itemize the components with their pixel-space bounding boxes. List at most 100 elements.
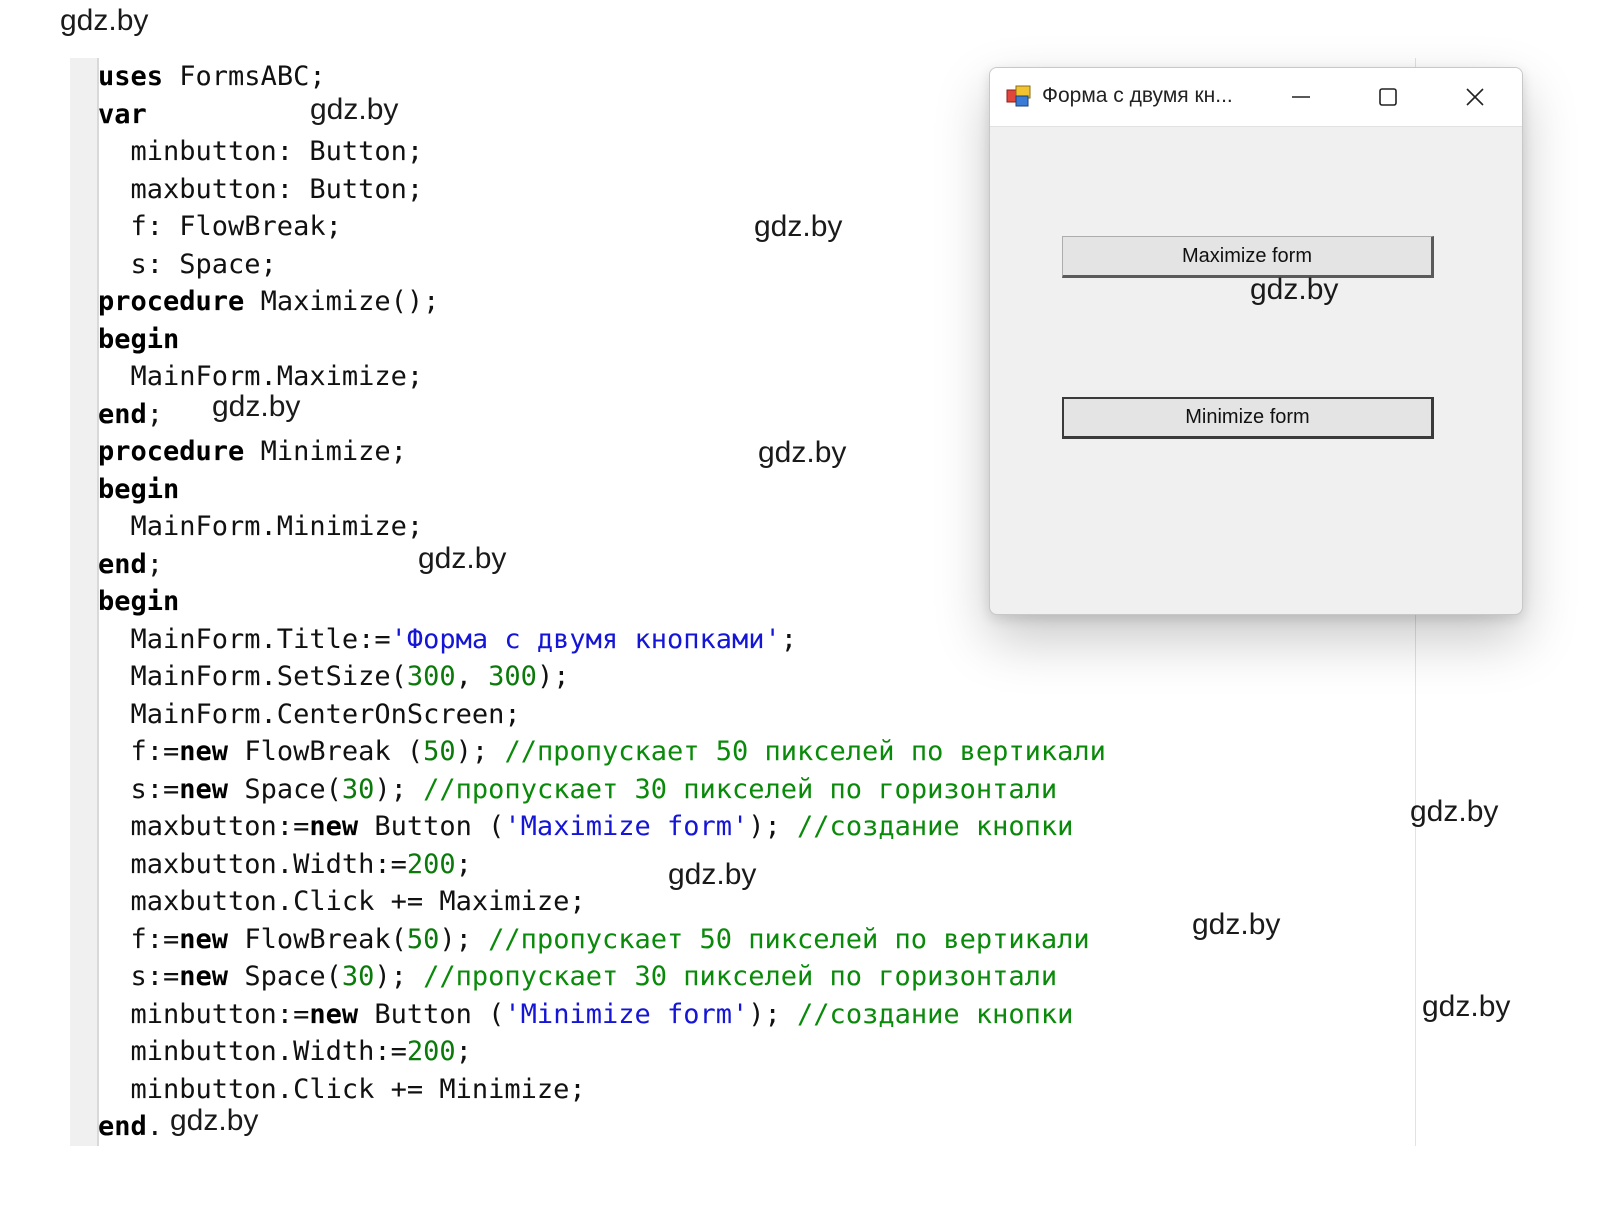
code-token: ; xyxy=(780,623,798,655)
code-token: 'Maximize form' xyxy=(504,811,749,842)
code-line: begin xyxy=(98,583,1106,621)
watermark: gdz.by xyxy=(1422,990,1511,1023)
code-token: Button ( xyxy=(358,998,505,1030)
code-token: //пропускает 30 пикселей по горизонтали xyxy=(423,961,1058,992)
window-close-icon xyxy=(1466,88,1484,106)
code-token: ); xyxy=(439,923,489,955)
code-token: ); xyxy=(748,811,798,842)
code-token: minbutton.Width:= xyxy=(98,1036,407,1067)
code-token: f:= xyxy=(98,923,180,955)
window-title: Форма с двумя кн... xyxy=(1042,84,1233,107)
code-line: f:=new FlowBreak(50); //пропускает 50 пи… xyxy=(98,921,1106,959)
code-line: MainForm.SetSize(300, 300); xyxy=(98,658,1106,696)
code-token: 30 xyxy=(341,961,375,992)
code-token: //создание кнопки xyxy=(797,811,1074,842)
code-token: procedure xyxy=(98,436,245,467)
code-token: begin xyxy=(98,323,180,355)
code-token: end xyxy=(98,398,147,430)
code-token: //создание кнопки xyxy=(797,998,1074,1030)
maximize-form-button[interactable]: Maximize form xyxy=(1062,236,1434,278)
watermark: gdz.by xyxy=(170,1104,259,1137)
code-line: minbutton.Click += Minimize; xyxy=(98,1071,1106,1109)
window-maximize-button[interactable] xyxy=(1363,76,1413,118)
code-token: MainForm.CenterOnScreen; xyxy=(98,698,521,730)
code-token: var xyxy=(98,98,147,130)
watermark: gdz.by xyxy=(1250,273,1339,306)
code-text[interactable]: uses FormsABC; var minbutton: Button; max… xyxy=(98,58,1106,1146)
code-token: 'Форма с двумя кнопками' xyxy=(390,623,781,655)
app-icon xyxy=(1006,85,1031,107)
code-token: 300 xyxy=(406,661,456,692)
window-close-button[interactable] xyxy=(1450,76,1500,118)
watermark: gdz.by xyxy=(1192,908,1281,941)
code-token: 50 xyxy=(406,923,440,955)
code-token: FormsABC; xyxy=(163,61,326,92)
code-line: minbutton:=new Button ('Minimize form');… xyxy=(98,996,1106,1034)
watermark: gdz.by xyxy=(310,93,399,126)
watermark: gdz.by xyxy=(60,4,149,37)
window-maximize-icon xyxy=(1379,88,1397,106)
editor-gutter xyxy=(70,58,99,1146)
code-token: MainForm.Title:= xyxy=(98,623,391,655)
code-token: new xyxy=(179,736,229,767)
code-token: new xyxy=(179,923,229,955)
code-line: maxbutton:=new Button ('Maximize form');… xyxy=(98,808,1106,846)
code-token: f: FlowBreak; xyxy=(98,211,342,242)
code-token: Space( xyxy=(228,773,342,805)
code-token: minbutton.Click += Minimize; xyxy=(98,1073,586,1105)
code-line: MainForm.Title:='Форма с двумя кнопками'… xyxy=(98,621,1106,659)
code-line: MainForm.Minimize; xyxy=(98,508,1106,546)
code-line: procedure Maximize(); xyxy=(98,283,1106,321)
code-token: uses xyxy=(98,61,164,92)
code-token: procedure xyxy=(98,286,245,317)
code-line: uses FormsABC; xyxy=(98,58,1106,96)
code-token: FlowBreak ( xyxy=(228,736,424,767)
code-line: s: Space; xyxy=(98,246,1106,284)
code-line: s:=new Space(30); //пропускает 30 пиксел… xyxy=(98,958,1106,996)
watermark: gdz.by xyxy=(1410,795,1499,828)
window-minimize-button[interactable] xyxy=(1276,76,1326,118)
code-token: ); xyxy=(536,661,570,692)
form-window[interactable]: Форма с двумя кн... Maximize form Minimi… xyxy=(989,67,1523,615)
code-token: new xyxy=(309,998,359,1030)
code-line: minbutton: Button; xyxy=(98,133,1106,171)
code-token: , xyxy=(455,661,489,692)
code-token: maxbutton.Width:= xyxy=(98,848,407,880)
code-token: minbutton: Button; xyxy=(98,136,424,167)
code-token: s: Space; xyxy=(98,248,277,280)
code-line: s:=new Space(30); //пропускает 30 пиксел… xyxy=(98,771,1106,809)
code-token: FlowBreak( xyxy=(228,923,407,955)
code-token: f:= xyxy=(98,736,180,767)
code-token: ; xyxy=(146,548,164,580)
window-titlebar[interactable]: Форма с двумя кн... xyxy=(990,68,1522,127)
code-token: new xyxy=(179,773,229,805)
code-line: MainForm.CenterOnScreen; xyxy=(98,696,1106,734)
code-token: ; xyxy=(455,848,472,880)
code-token: 200 xyxy=(406,1036,456,1067)
code-token: ; xyxy=(455,1036,472,1067)
code-token: //пропускает 50 пикселей по вертикали xyxy=(488,923,1090,955)
code-token: Maximize(); xyxy=(244,286,440,317)
code-token: 'Minimize form' xyxy=(504,998,749,1030)
code-token: . xyxy=(146,1111,164,1142)
code-line: maxbutton.Click += Maximize; xyxy=(98,883,1106,921)
code-token: maxbutton.Click += Maximize; xyxy=(98,886,586,917)
code-line: procedure Minimize; xyxy=(98,433,1106,471)
code-token: //пропускает 50 пикселей по вертикали xyxy=(504,736,1106,767)
code-line: minbutton.Width:=200; xyxy=(98,1033,1106,1071)
code-token: ; xyxy=(146,398,164,430)
code-token: maxbutton: Button; xyxy=(98,173,424,205)
watermark: gdz.by xyxy=(668,858,757,891)
code-token: new xyxy=(309,811,359,842)
code-line: begin xyxy=(98,321,1106,359)
code-token: MainForm.SetSize( xyxy=(98,661,407,692)
code-token: MainForm.Minimize; xyxy=(98,511,424,542)
watermark: gdz.by xyxy=(754,210,843,243)
code-token: begin xyxy=(98,473,180,505)
minimize-form-button[interactable]: Minimize form xyxy=(1062,397,1434,439)
code-token: ); xyxy=(455,736,505,767)
code-token: begin xyxy=(98,586,180,617)
code-token: 30 xyxy=(341,773,375,805)
code-token: s:= xyxy=(98,961,180,992)
code-token: maxbutton:= xyxy=(98,811,310,842)
